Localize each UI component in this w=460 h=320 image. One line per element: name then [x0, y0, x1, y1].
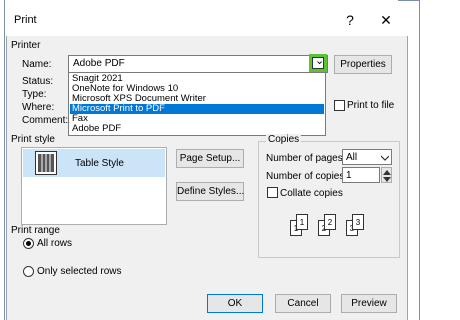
cancel-button[interactable]: Cancel [275, 294, 331, 313]
preview-button[interactable]: Preview [341, 294, 397, 313]
background-line-left [4, 0, 5, 320]
properties-button[interactable]: Properties [334, 55, 392, 74]
print-style-list[interactable]: Table Style [21, 147, 167, 225]
printer-dropdown-list: Snagit 2021 OneNote for Windows 10 Micro… [68, 72, 326, 136]
only-selected-rows-radio[interactable] [23, 266, 34, 277]
ok-button[interactable]: OK [207, 294, 263, 313]
define-styles-button[interactable]: Define Styles... [176, 182, 244, 201]
help-button[interactable]: ? [338, 12, 362, 28]
collate-copies-checkbox[interactable] [267, 187, 278, 198]
collate-page-front: 3 [352, 214, 364, 230]
close-button[interactable]: ✕ [374, 12, 398, 29]
where-label: Where: [22, 102, 55, 113]
print-style-item-selected[interactable]: Table Style [23, 149, 165, 177]
all-rows-radio[interactable] [23, 238, 34, 249]
background-line-right [419, 0, 420, 320]
collate-page-front: 2 [324, 214, 336, 230]
printer-option-highlighted[interactable]: Microsoft Print to PDF [70, 104, 324, 114]
print-style-item-label: Table Style [75, 158, 124, 169]
copies-group-label: Copies [266, 134, 302, 145]
arrow-down-icon [383, 177, 391, 182]
number-of-copies-value: 1 [346, 170, 352, 181]
table-style-icon [35, 151, 57, 175]
printer-name-value: Adobe PDF [73, 58, 125, 69]
print-range-group-label: Print range [11, 225, 60, 236]
number-of-copies-input[interactable]: 1 [342, 167, 380, 183]
background-line-top [398, 0, 420, 1]
page-setup-button[interactable]: Page Setup... [176, 149, 244, 168]
only-selected-rows-label: Only selected rows [37, 266, 122, 277]
all-rows-label: All rows [37, 238, 73, 249]
printer-name-select[interactable]: Adobe PDF [68, 55, 328, 73]
collate-illustration: 1 1 2 2 3 3 [288, 210, 378, 240]
name-label: Name: [22, 59, 52, 70]
number-of-pages-value: All [346, 152, 358, 163]
chevron-down-icon: ⌄ [315, 55, 325, 67]
printer-option[interactable]: Adobe PDF [70, 124, 324, 134]
status-label: Status: [22, 76, 54, 87]
dropdown-toggle[interactable]: ⌄ [309, 54, 327, 72]
collate-copies-label: Collate copies [280, 188, 343, 199]
collate-page-front: 1 [296, 214, 308, 230]
copies-stepper[interactable] [381, 167, 392, 183]
number-of-pages-select[interactable]: All [342, 149, 392, 165]
chevron-down-icon [381, 155, 389, 161]
dialog-title: Print [14, 14, 37, 26]
number-of-pages-label: Number of pages: [266, 153, 346, 164]
comment-label: Comment: [22, 115, 69, 126]
print-style-group-label: Print style [11, 134, 55, 145]
type-label: Type: [22, 89, 47, 100]
radio-selected-dot [26, 241, 31, 246]
number-of-copies-label: Number of copies: [266, 171, 348, 182]
print-to-file-checkbox[interactable] [334, 100, 345, 111]
dropdown-toggle-inner: ⌄ [312, 55, 325, 69]
print-to-file-label: Print to file [347, 100, 395, 111]
arrow-up-icon [383, 170, 391, 175]
printer-group-label: Printer [11, 40, 41, 51]
